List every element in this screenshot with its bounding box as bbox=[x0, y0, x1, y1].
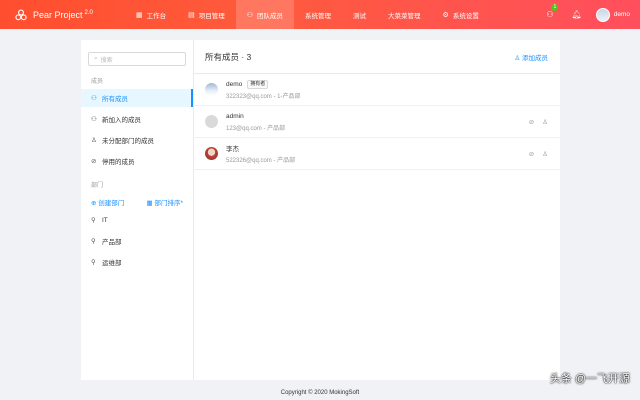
departments-section-label: 部门 bbox=[91, 183, 104, 189]
member-row[interactable]: admin 123@qq.com - 产品部 ⊘ ♙ bbox=[194, 106, 560, 138]
member-name: 李杰 bbox=[226, 146, 239, 153]
message-icon: ⚇ bbox=[546, 10, 554, 19]
sidebar-item-all-members[interactable]: ⚇ 所有成员 bbox=[81, 89, 193, 107]
member-list-area: 所有成员 · 3 ♙ 添加成员 demo 拥有者 322323@qq.com - … bbox=[194, 40, 560, 380]
member-settings-icon[interactable]: ♙ bbox=[542, 150, 548, 158]
member-meta: 322323@qq.com - 1-产品部 bbox=[226, 94, 301, 100]
avatar bbox=[205, 83, 218, 96]
sidebar: ⌕ 搜索 成员 ⚇ 所有成员 ⚇ 新加入的成员 ♙ 未分配部门的成员 ⊘ 停用的成员 部… bbox=[81, 40, 194, 380]
owner-tag: 拥有者 bbox=[247, 79, 269, 89]
main-nav: ▦ 工作台 ▤ 项目管理 ⚇ 团队成员 系统管理 测试 大菜菜管理 ⚙ 系统设置 bbox=[125, 0, 490, 29]
location-icon: ⚲ bbox=[91, 217, 96, 224]
logo[interactable]: Pear Project 2.0 bbox=[15, 9, 115, 21]
footer: Copyright © 2020 MokingSoft bbox=[280, 390, 360, 396]
search-icon: ⌕ bbox=[94, 55, 98, 62]
location-icon: ⚲ bbox=[91, 238, 96, 245]
nav-test[interactable]: 测试 bbox=[342, 0, 377, 29]
members-section-label: 成员 bbox=[91, 79, 104, 85]
team-icon: ⚇ bbox=[246, 11, 254, 19]
user-name[interactable]: demo bbox=[614, 11, 630, 18]
member-meta: 522326@qq.com - 产品部 bbox=[226, 158, 296, 164]
logo-text: Pear Project 2.0 bbox=[33, 9, 93, 20]
dashboard-icon: ▦ bbox=[136, 11, 143, 19]
avatar bbox=[205, 147, 218, 160]
notification-badge: 1 bbox=[551, 4, 559, 11]
nav-workbench[interactable]: ▦ 工作台 bbox=[125, 0, 177, 29]
team-icon: ⚇ bbox=[91, 95, 97, 102]
nav-dacaicai[interactable]: 大菜菜管理 bbox=[377, 0, 432, 29]
nav-system-settings[interactable]: ⚙ 系统设置 bbox=[432, 0, 490, 29]
search-input[interactable]: ⌕ 搜索 bbox=[88, 52, 186, 66]
member-settings-icon[interactable]: ♙ bbox=[542, 118, 548, 126]
user-icon: ♙ bbox=[91, 137, 97, 144]
sidebar-item-dept-ops[interactable]: ⚲ 运维部 bbox=[81, 253, 193, 271]
member-name: demo bbox=[226, 80, 243, 88]
location-icon: ⚲ bbox=[91, 259, 96, 266]
disable-member-icon[interactable]: ⊘ bbox=[529, 118, 534, 126]
sidebar-item-unassigned-members[interactable]: ♙ 未分配部门的成员 bbox=[81, 131, 193, 149]
user-avatar[interactable] bbox=[595, 7, 610, 22]
logo-icon bbox=[15, 9, 27, 20]
project-icon: ▤ bbox=[188, 11, 195, 19]
message-button[interactable]: ⚇ 1 bbox=[546, 4, 559, 19]
member-meta: 123@qq.com - 产品部 bbox=[226, 126, 286, 132]
member-name: admin bbox=[226, 112, 244, 120]
disable-member-icon[interactable]: ⊘ bbox=[529, 150, 534, 158]
sidebar-item-new-members[interactable]: ⚇ 新加入的成员 bbox=[81, 110, 193, 128]
create-department-button[interactable]: ⊕ 创建部门 bbox=[91, 197, 124, 207]
add-member-button[interactable]: ♙ 添加成员 bbox=[514, 52, 548, 62]
sidebar-item-dept-it[interactable]: ⚲ IT bbox=[81, 211, 193, 229]
page-title: 所有成员 · 3 bbox=[205, 51, 252, 62]
nav-system-management[interactable]: 系统管理 bbox=[294, 0, 342, 29]
sidebar-item-dept-product[interactable]: ⚲ 产品部 bbox=[81, 232, 193, 250]
bell-icon[interactable]: 🔔︎ bbox=[572, 10, 582, 19]
nav-projects[interactable]: ▤ 项目管理 bbox=[177, 0, 236, 29]
team-icon: ⚇ bbox=[91, 116, 97, 123]
top-navbar: Pear Project 2.0 ▦ 工作台 ▤ 项目管理 ⚇ 团队成员 系统管理 测试… bbox=[0, 0, 640, 29]
members-panel: ⌕ 搜索 成员 ⚇ 所有成员 ⚇ 新加入的成员 ♙ 未分配部门的成员 ⊘ 停用的成员 部… bbox=[81, 40, 560, 380]
watermark: 头条 @一飞开源 bbox=[549, 373, 630, 385]
member-row[interactable]: demo 拥有者 322323@qq.com - 1-产品部 bbox=[194, 74, 560, 106]
stop-icon: ⊘ bbox=[91, 158, 97, 165]
nav-team-members[interactable]: ⚇ 团队成员 bbox=[235, 0, 295, 29]
member-row[interactable]: 李杰 522326@qq.com - 产品部 ⊘ ♙ bbox=[194, 138, 560, 170]
avatar bbox=[205, 115, 218, 128]
gear-icon: ⚙ bbox=[442, 11, 449, 19]
department-sort-button[interactable]: ▦ 部门排序* bbox=[147, 197, 183, 207]
sidebar-item-disabled-members[interactable]: ⊘ 停用的成员 bbox=[81, 152, 193, 170]
